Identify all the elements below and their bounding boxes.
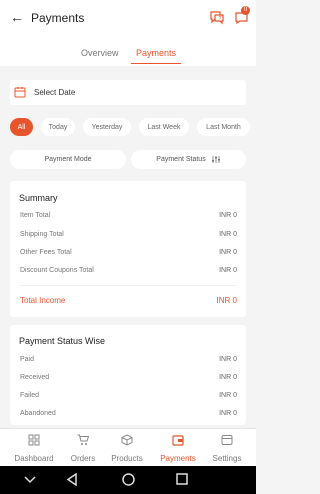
nav-products[interactable]: Products xyxy=(102,429,152,467)
calendar-icon xyxy=(14,87,26,98)
chip-yesterday[interactable]: Yesterday xyxy=(83,118,131,136)
notification-badge: 0 xyxy=(241,6,250,15)
other-fees-total-label: Other Fees Total xyxy=(20,249,72,256)
nav-payments-label: Payments xyxy=(160,454,196,463)
page-title: Payments xyxy=(31,11,85,25)
other-fees-total-value: INR 0 xyxy=(219,249,237,256)
total-income-value: INR 0 xyxy=(216,296,237,305)
help-chat-icon[interactable]: ? xyxy=(209,9,225,25)
item-total-value: INR 0 xyxy=(219,212,237,219)
payment-status-label: Payment Status xyxy=(156,156,206,163)
shipping-total-value: INR 0 xyxy=(219,231,237,238)
summary-title: Summary xyxy=(19,193,58,203)
active-tab-indicator xyxy=(131,63,181,64)
total-income-label: Total Income xyxy=(20,296,66,305)
box-icon xyxy=(121,434,133,446)
status-wise-title: Payment Status Wise xyxy=(19,336,106,346)
chip-last-week[interactable]: Last Week xyxy=(139,118,189,136)
nav-dashboard[interactable]: Dashboard xyxy=(9,429,59,467)
abandoned-label: Abandoned xyxy=(20,410,56,417)
bottom-navigation: Dashboard Orders Products Payments Setti… xyxy=(0,428,256,466)
chip-today[interactable]: Today xyxy=(41,118,75,136)
discount-coupons-total-value: INR 0 xyxy=(219,267,237,274)
shipping-total-label: Shipping Total xyxy=(20,231,64,238)
dashboard-icon xyxy=(28,434,40,446)
paid-label: Paid xyxy=(20,356,35,363)
failed-value: INR 0 xyxy=(219,392,237,399)
payment-status-filter[interactable]: Payment Status xyxy=(131,150,246,169)
payment-mode-label: Payment Mode xyxy=(44,156,92,163)
tab-bar: Overview Payments xyxy=(0,36,256,66)
back-triangle-icon[interactable] xyxy=(66,473,78,486)
nav-products-label: Products xyxy=(111,454,143,463)
nav-settings[interactable]: Settings xyxy=(202,429,252,467)
item-total-label: Item Total xyxy=(20,212,51,219)
chip-last-month[interactable]: Last Month xyxy=(197,118,250,136)
system-navigation-bar xyxy=(0,466,256,494)
settings-icon xyxy=(221,435,233,445)
nav-payments[interactable]: Payments xyxy=(153,429,203,467)
nav-dashboard-label: Dashboard xyxy=(14,454,54,463)
received-value: INR 0 xyxy=(219,374,237,381)
home-circle-icon[interactable] xyxy=(122,473,135,486)
cart-icon xyxy=(77,434,89,445)
chevron-down-icon[interactable] xyxy=(24,476,36,484)
svg-text:?: ? xyxy=(219,16,222,22)
summary-divider xyxy=(20,285,236,286)
received-label: Received xyxy=(20,374,50,381)
tab-payments[interactable]: Payments xyxy=(136,48,176,58)
discount-coupons-total-label: Discount Coupons Total xyxy=(20,267,94,274)
sliders-icon xyxy=(211,156,220,163)
nav-settings-label: Settings xyxy=(212,454,242,463)
payment-mode-filter[interactable]: Payment Mode xyxy=(10,150,126,169)
select-date-label: Select Date xyxy=(34,88,76,97)
app-header: ← Payments ? 0 xyxy=(0,0,256,36)
tab-overview[interactable]: Overview xyxy=(81,48,119,58)
paid-value: INR 0 xyxy=(219,356,237,363)
nav-orders[interactable]: Orders xyxy=(58,429,108,467)
recents-square-icon[interactable] xyxy=(176,473,188,485)
nav-orders-label: Orders xyxy=(70,454,96,463)
abandoned-value: INR 0 xyxy=(219,410,237,417)
failed-label: Failed xyxy=(20,392,40,399)
wallet-icon xyxy=(172,435,184,446)
chip-all[interactable]: All xyxy=(10,118,33,136)
back-arrow-icon[interactable]: ← xyxy=(10,10,24,24)
